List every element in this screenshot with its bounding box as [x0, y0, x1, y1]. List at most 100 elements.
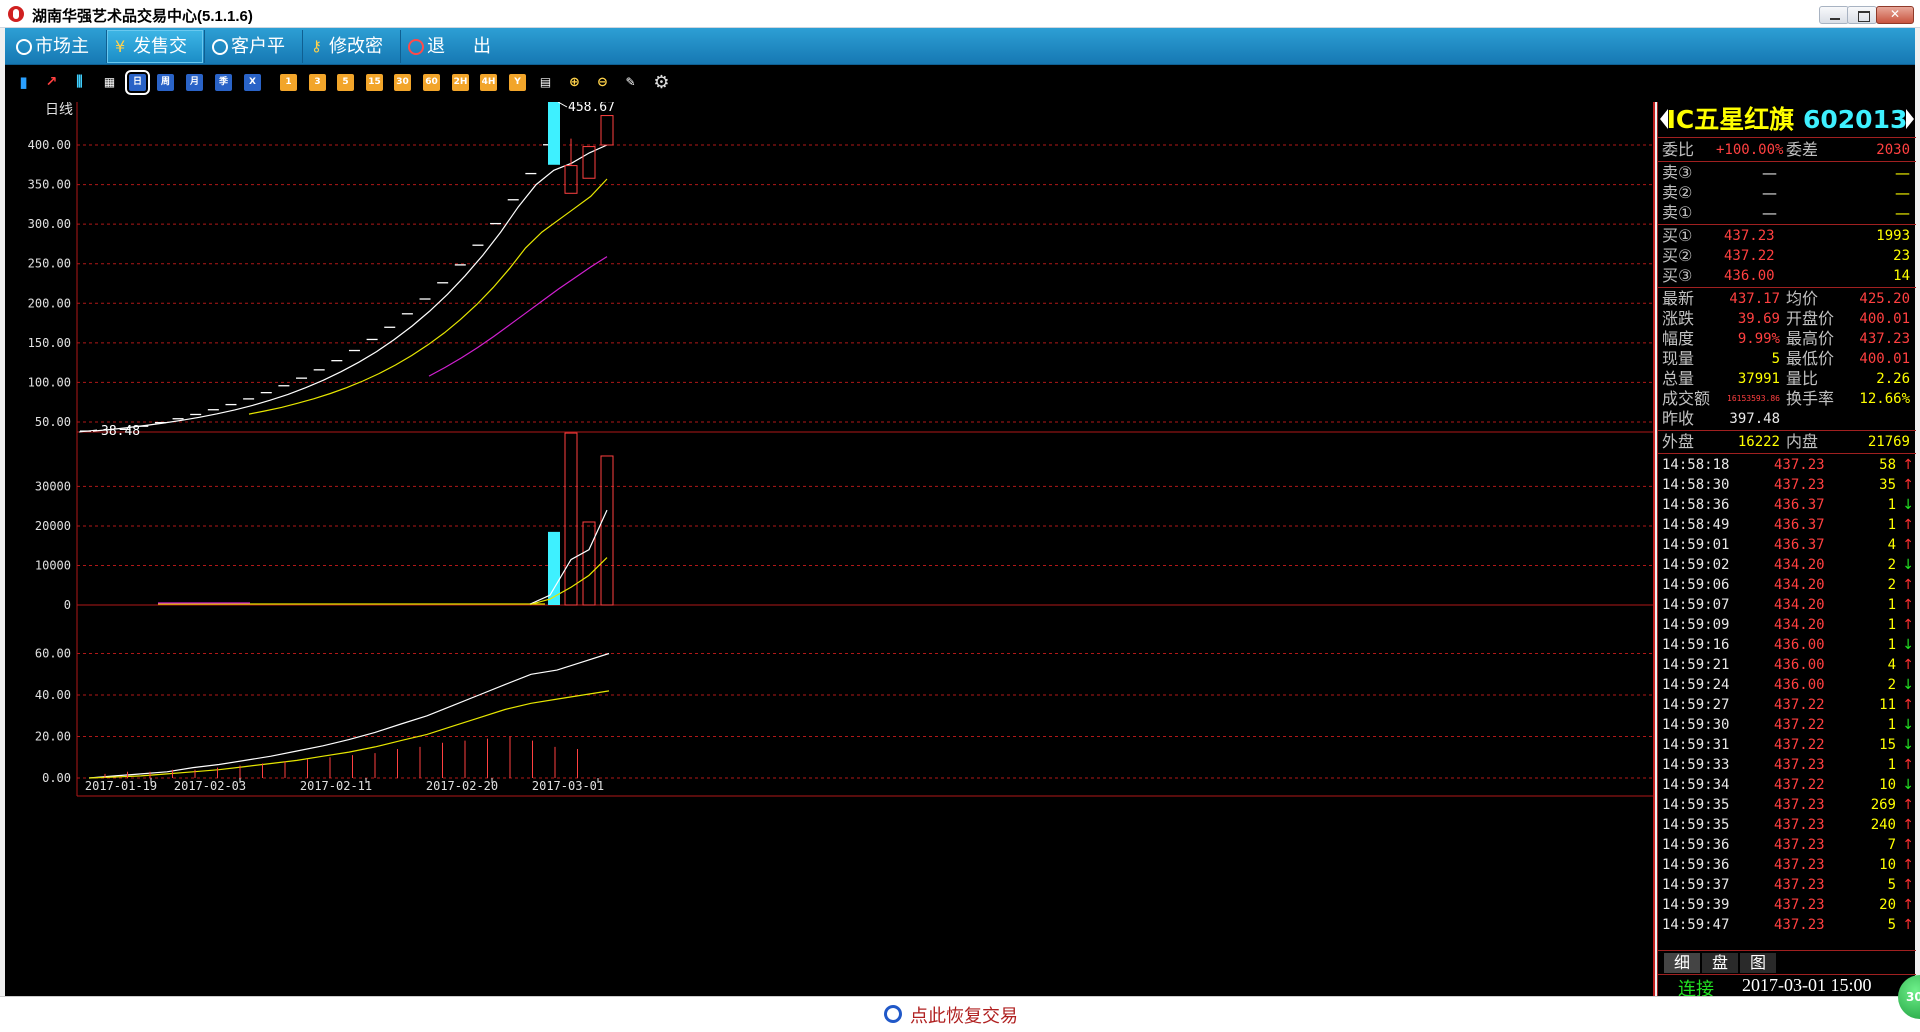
minute-5-button[interactable]: 5: [337, 74, 354, 91]
tick-row: 14:59:06 434.20 2 ↑: [1658, 575, 1916, 595]
volume-bars: [158, 432, 614, 606]
tab-order-book[interactable]: 盘: [1702, 953, 1738, 973]
panel-divider: [1658, 161, 1916, 162]
hour-2-button[interactable]: 2H: [452, 74, 469, 91]
price-tick-label: 250.00: [28, 257, 71, 271]
prev-stock-icon[interactable]: [1660, 109, 1668, 129]
price-tick-label: 50.00: [35, 415, 71, 429]
tick-row: 14:59:21 436.00 4 ↑: [1658, 655, 1916, 675]
key-icon: ⚷: [311, 37, 322, 55]
app-logo-icon: [8, 6, 24, 22]
bar-chart-icon[interactable]: ▮: [15, 74, 32, 91]
stat-value: 425.20: [1859, 291, 1910, 307]
stock-name: IC五星红旗: [1666, 105, 1795, 134]
tick-volume: 5: [1887, 877, 1896, 893]
footer-bar[interactable]: 点此恢复交易: [0, 996, 1920, 1032]
minute-60-button[interactable]: 60: [423, 74, 440, 91]
bid-level-label: 买②: [1662, 246, 1693, 265]
zoom-out-icon[interactable]: ⊖: [594, 74, 611, 91]
tick-time: 14:59:02: [1662, 557, 1730, 573]
low-annotation: 38.48: [101, 424, 140, 439]
tab-client-platform[interactable]: 客户平台: [205, 30, 301, 90]
kline-chart-area[interactable]: 400.00 350.00 300.00 250.00 200.00 150.00 100.…: [5, 102, 1655, 996]
minute-15-button[interactable]: 15: [366, 74, 383, 91]
stat-label: 最新: [1662, 289, 1695, 308]
tick-row: 14:59:36 437.23 10 ↑: [1658, 855, 1916, 875]
zoom-in-icon[interactable]: ⊕: [566, 74, 583, 91]
minute-3-button[interactable]: 3: [309, 74, 326, 91]
tick-volume: 1: [1887, 517, 1896, 533]
tick-price: 436.37: [1774, 497, 1825, 513]
tick-row: 14:59:31 437.22 15 ↓: [1658, 735, 1916, 755]
bid-volume: 1993: [1876, 228, 1910, 244]
tick-time: 14:59:36: [1662, 837, 1730, 853]
up-arrow-icon: ↑: [1902, 577, 1914, 593]
tick-row: 14:58:36 436.37 1 ↓: [1658, 495, 1916, 515]
period-week-button[interactable]: 周: [157, 74, 174, 91]
close-button[interactable]: [1876, 6, 1914, 24]
moving-average-lines: [92, 144, 608, 432]
tick-volume: 35: [1879, 477, 1896, 493]
tab-label: 出: [473, 36, 491, 57]
draw-icon[interactable]: ✎: [622, 74, 639, 91]
tick-time: 14:58:49: [1662, 517, 1730, 533]
hour-4-button[interactable]: 4H: [480, 74, 497, 91]
maximize-button[interactable]: [1847, 6, 1877, 24]
tick-price: 436.00: [1774, 677, 1825, 693]
indicator-tick-label: 0.00: [42, 771, 71, 785]
big-candle: [600, 115, 614, 146]
period-month-button[interactable]: 月: [186, 74, 203, 91]
panel-divider: [1658, 287, 1916, 288]
year-button[interactable]: Y: [509, 74, 526, 91]
price-tick-label: 100.00: [28, 375, 71, 389]
tab-market-home[interactable]: 市场主页: [9, 30, 105, 90]
note-icon[interactable]: ▤: [537, 74, 554, 91]
tick-price: 434.20: [1774, 617, 1825, 633]
next-stock-icon[interactable]: [1906, 109, 1914, 129]
stat-label: 开盘价: [1786, 309, 1835, 328]
panel-divider: [1658, 453, 1916, 454]
stat-value: 37991: [1737, 371, 1780, 387]
stat-label: 最低价: [1786, 349, 1835, 368]
indicator-tick-label: 20.00: [35, 730, 71, 744]
gear-icon[interactable]: ⚙: [653, 74, 670, 92]
minute-30-button[interactable]: 30: [394, 74, 411, 91]
period-label: 日线: [45, 102, 73, 118]
stat-value: 437.23: [1859, 331, 1910, 347]
tab-change-password[interactable]: ⚷修改密码: [303, 30, 399, 90]
stat-value: 5: [1771, 351, 1780, 367]
stat-label: 最高价: [1786, 329, 1835, 348]
minute-1-button[interactable]: 1: [280, 74, 297, 91]
bid-level-label: 买①: [1662, 226, 1693, 245]
stat-value: 39.69: [1737, 311, 1780, 327]
tick-time: 14:59:30: [1662, 717, 1730, 733]
ask-price: —: [1762, 164, 1777, 182]
calendar-icon[interactable]: ▦: [101, 74, 118, 91]
tab-detail[interactable]: 细: [1664, 953, 1700, 973]
down-arrow-icon: ↓: [1902, 777, 1914, 793]
tick-volume: 1: [1887, 597, 1896, 613]
line-chart-icon[interactable]: ↗: [43, 74, 60, 91]
inner-volume-label: 内盘: [1786, 432, 1819, 451]
candle-icon[interactable]: ⫼: [71, 74, 88, 91]
bid-price: 437.22: [1724, 248, 1775, 264]
minimize-button[interactable]: [1819, 6, 1849, 24]
tick-volume: 7: [1887, 837, 1896, 853]
tick-row: 14:59:35 437.23 269 ↑: [1658, 795, 1916, 815]
refresh-icon: [16, 39, 32, 55]
tab-issue-trading[interactable]: ¥发售交易: [107, 30, 203, 90]
period-day-button[interactable]: 日: [125, 70, 150, 95]
order-ratio-value: +100.00%: [1716, 142, 1784, 158]
tick-time: 14:59:24: [1662, 677, 1730, 693]
app-window: 湖南华强艺术品交易中心(5.1.1.6) 市场主页 ¥发售交易 客户平台 ⚷修改…: [0, 0, 1920, 1032]
tick-time: 14:59:07: [1662, 597, 1730, 613]
tab-logout[interactable]: 退出: [401, 30, 497, 63]
tick-volume: 1: [1887, 637, 1896, 653]
tick-volume: 4: [1887, 657, 1896, 673]
restore-trading-link[interactable]: 点此恢复交易: [910, 1002, 1018, 1028]
tab-graph[interactable]: 图: [1740, 953, 1776, 973]
period-x-button[interactable]: X: [244, 74, 261, 91]
date-label: 2017-01-19: [85, 779, 157, 793]
kline-chart[interactable]: 400.00 350.00 300.00 250.00 200.00 150.00 100.…: [5, 102, 1655, 996]
period-quarter-button[interactable]: 季: [215, 74, 232, 91]
